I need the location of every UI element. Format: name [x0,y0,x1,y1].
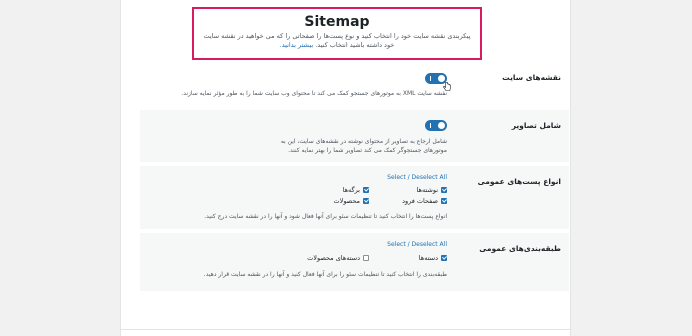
checkbox-label: دسته‌های محصولات [307,254,360,262]
taxonomy-product-categories-checkbox[interactable]: دسته‌های محصولات [307,254,369,262]
checkbox-checked-icon [441,187,447,193]
checkbox-label: محصولات [333,197,361,205]
checkbox-label: برگه‌ها [342,186,360,194]
post-type-pages-checkbox[interactable]: برگه‌ها [343,186,369,194]
checkbox-label: صفحات فرود [402,197,438,205]
checkbox-checked-icon [441,198,447,204]
taxonomies-title: طبقه‌بندی‌های عمومی [479,244,561,253]
panel-divider [121,329,570,330]
checkbox-label: دسته‌ها [418,254,438,262]
taxonomy-categories-checkbox[interactable]: دسته‌ها [419,254,447,262]
toggle-knob [438,122,445,129]
checkbox-label: نوشته‌ها [416,186,438,194]
images-toggle[interactable] [425,120,447,131]
include-images-row: شامل تصاویر شامل ارجاع به تصاویر از محتو… [140,110,569,162]
post-types-description: انواع پست‌ها را انتخاب کنید تا تنظیمات س… [204,213,447,220]
header-description: پیکربندی نقشه سایت خود را انتخاب کنید و … [203,32,471,49]
post-types-title: انواع پست‌های عمومی [477,177,561,186]
sitemaps-description: نقشه سایت XML به موتورهای جستجو کمک می ک… [181,90,447,97]
sitemaps-row: نقشه‌های سایت نقشه سایت XML به موتورهای … [140,66,569,102]
toggle-knob [438,75,445,82]
checkbox-unchecked-icon [363,255,369,261]
images-description: شامل ارجاع به تصاویر از محتوای نوشته در … [280,138,447,154]
checkbox-checked-icon [363,187,369,193]
post-type-products-checkbox[interactable]: محصولات [333,197,369,205]
hand-cursor-icon [443,82,451,91]
taxonomies-select-all-link[interactable]: Select / Deselect All [387,241,447,248]
sitemap-header-card: Sitemap پیکربندی نقشه سایت خود را انتخاب… [192,7,482,60]
learn-more-link[interactable]: بیشتر بدانید. [280,41,313,49]
taxonomies-description: طبقه‌بندی را انتخاب کنید تا تنظیمات سئو … [203,271,447,278]
toggle-on-indicator [430,76,431,81]
post-type-landing-pages-checkbox[interactable]: صفحات فرود [402,197,447,205]
post-types-row: انواع پست‌های عمومی Select / Deselect Al… [140,166,569,229]
page-title: Sitemap [304,14,370,30]
images-title: شامل تصاویر [511,121,561,130]
taxonomies-row: طبقه‌بندی‌های عمومی Select / Deselect Al… [140,233,569,291]
post-types-select-all-link[interactable]: Select / Deselect All [387,174,447,181]
post-type-posts-checkbox[interactable]: نوشته‌ها [417,186,447,194]
checkbox-checked-icon [363,198,369,204]
sitemaps-title: نقشه‌های سایت [502,73,561,82]
toggle-on-indicator [430,123,431,128]
checkbox-checked-icon [441,255,447,261]
